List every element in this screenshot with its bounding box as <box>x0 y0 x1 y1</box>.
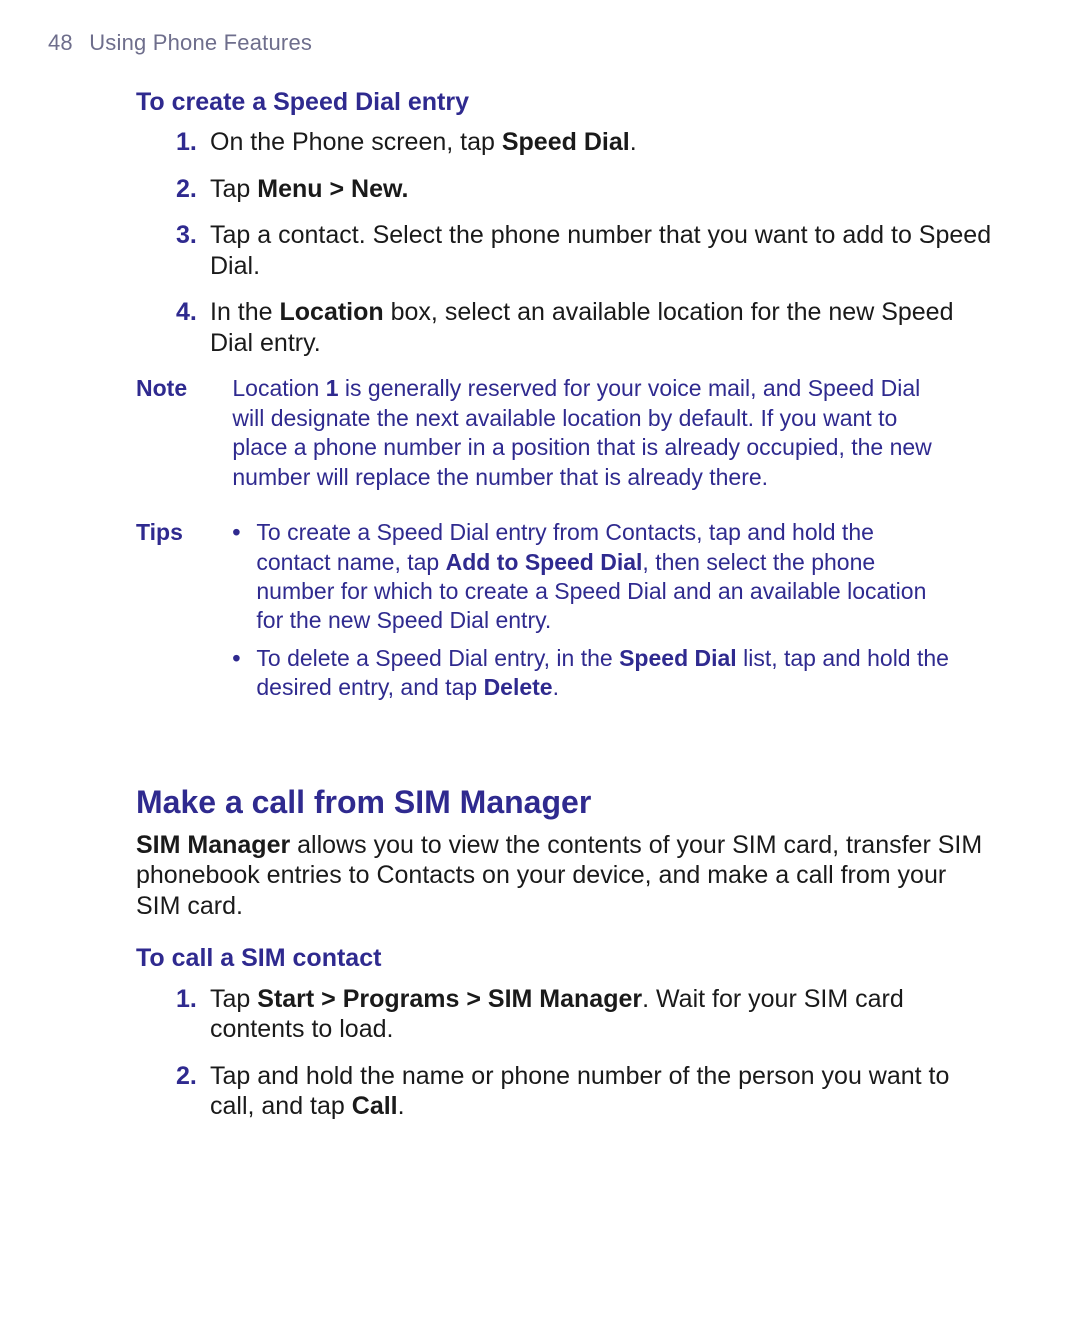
step-text: Tap and hold the name or phone number of… <box>210 1062 949 1121</box>
sim-heading: Make a call from SIM Manager <box>136 783 992 822</box>
speed-dial-steps: 1. On the Phone screen, tap Speed Dial. … <box>176 127 992 358</box>
page-root: 48 Using Phone Features To create a Spee… <box>0 0 1080 1122</box>
running-header: 48 Using Phone Features <box>48 30 1032 57</box>
step-number: 3. <box>176 220 197 251</box>
step-number: 1. <box>176 127 197 158</box>
step-number: 1. <box>176 984 197 1015</box>
step-number: 2. <box>176 174 197 205</box>
step-item: 2. Tap and hold the name or phone number… <box>176 1061 992 1122</box>
chapter-title: Using Phone Features <box>89 30 312 55</box>
step-text: Tap a contact. Select the phone number t… <box>210 221 991 280</box>
note-text: Location 1 is generally reserved for you… <box>232 374 952 492</box>
step-item: 4. In the Location box, select an availa… <box>176 297 992 358</box>
sim-steps: 1. Tap Start > Programs > SIM Manager. W… <box>176 984 992 1122</box>
tip-item: To delete a Speed Dial entry, in the Spe… <box>232 644 952 703</box>
step-text: Tap Start > Programs > SIM Manager. Wait… <box>210 985 904 1044</box>
step-text: In the Location box, select an available… <box>210 298 953 357</box>
step-number: 4. <box>176 297 197 328</box>
tips-label: Tips <box>136 518 226 547</box>
step-item: 1. Tap Start > Programs > SIM Manager. W… <box>176 984 992 1045</box>
note-label: Note <box>136 374 226 403</box>
note-block: Note Location 1 is generally reserved fo… <box>136 374 992 492</box>
step-item: 3. Tap a contact. Select the phone numbe… <box>176 220 992 281</box>
step-text: Tap Menu > New. <box>210 175 408 203</box>
tips-block: Tips To create a Speed Dial entry from C… <box>136 518 992 711</box>
page-number: 48 <box>48 30 73 55</box>
tips-list: To create a Speed Dial entry from Contac… <box>232 518 952 711</box>
step-item: 1. On the Phone screen, tap Speed Dial. <box>176 127 992 158</box>
sim-subhead: To call a SIM contact <box>136 943 992 974</box>
sim-intro: SIM Manager allows you to view the conte… <box>136 830 992 922</box>
tip-item: To create a Speed Dial entry from Contac… <box>232 518 952 636</box>
content-column: To create a Speed Dial entry 1. On the P… <box>136 87 992 1122</box>
speed-dial-heading: To create a Speed Dial entry <box>136 87 992 118</box>
step-item: 2. Tap Menu > New. <box>176 174 992 205</box>
step-text: On the Phone screen, tap Speed Dial. <box>210 128 637 156</box>
step-number: 2. <box>176 1061 197 1092</box>
